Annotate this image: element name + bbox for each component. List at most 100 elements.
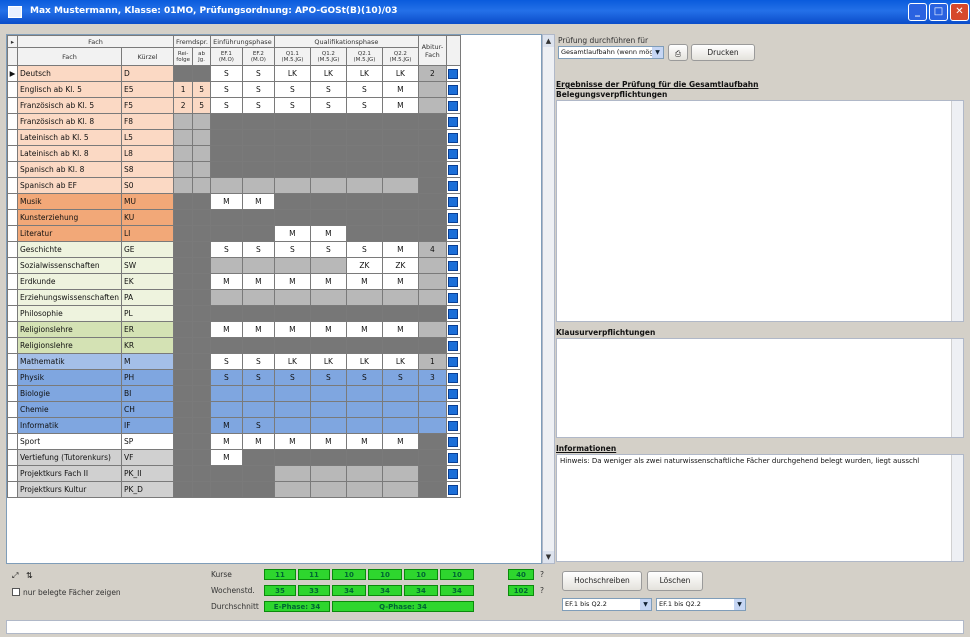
row-selector[interactable]: [7, 257, 18, 274]
belegung-scrollbar[interactable]: [951, 101, 963, 321]
cell-q11[interactable]: [273, 337, 311, 354]
cell-abi[interactable]: 4: [417, 241, 447, 258]
cell-q22[interactable]: [381, 385, 419, 402]
cell-ef2[interactable]: [241, 145, 275, 162]
cell-r[interactable]: [172, 305, 194, 322]
cell-q12[interactable]: [309, 145, 347, 162]
cell-ef2[interactable]: M: [241, 193, 275, 210]
cell-q12[interactable]: [309, 289, 347, 306]
cell-r[interactable]: 1: [172, 81, 194, 98]
cell-abi[interactable]: [417, 97, 447, 114]
cell-a[interactable]: [192, 65, 211, 82]
cell-abi[interactable]: [417, 145, 447, 162]
cell-ef1[interactable]: M: [209, 321, 243, 338]
cell-q22[interactable]: [381, 417, 419, 434]
cell-abi[interactable]: [417, 385, 447, 402]
cell-a[interactable]: [192, 225, 211, 242]
hochschreiben-button[interactable]: Hochschreiben: [562, 571, 642, 591]
cell-q11[interactable]: [273, 385, 311, 402]
cell-q12[interactable]: M: [309, 433, 347, 450]
row-action-button[interactable]: [445, 129, 461, 146]
cell-q21[interactable]: [345, 225, 383, 242]
cell-q11[interactable]: [273, 129, 311, 146]
cell-r[interactable]: [172, 177, 194, 194]
info-scrollbar[interactable]: [951, 455, 963, 561]
table-row[interactable]: Lateinisch ab Kl. 5 L5: [7, 129, 461, 146]
row-action-icon[interactable]: [448, 276, 459, 287]
row-selector[interactable]: [7, 113, 18, 130]
cell-abi[interactable]: [417, 449, 447, 466]
cell-a[interactable]: [192, 305, 211, 322]
cell-r[interactable]: 2: [172, 97, 194, 114]
cell-q21[interactable]: LK: [345, 65, 383, 82]
cell-r[interactable]: [172, 321, 194, 338]
cell-a[interactable]: 5: [192, 81, 211, 98]
cell-q22[interactable]: [381, 305, 419, 322]
row-action-icon[interactable]: [448, 404, 459, 415]
cell-q21[interactable]: [345, 417, 383, 434]
cell-ef1[interactable]: [209, 337, 243, 354]
row-selector[interactable]: [7, 385, 18, 402]
cell-q12[interactable]: [309, 161, 347, 178]
cell-q12[interactable]: [309, 481, 347, 498]
cell-q22[interactable]: M: [381, 241, 419, 258]
drucken-button[interactable]: Drucken: [691, 44, 755, 61]
table-row[interactable]: Geschichte GE S S S S S M 4: [7, 241, 461, 258]
cell-q12[interactable]: [309, 257, 347, 274]
row-action-icon[interactable]: [448, 292, 459, 303]
row-action-button[interactable]: [445, 193, 461, 210]
row-action-icon[interactable]: [448, 84, 459, 95]
range-from-select[interactable]: EF.1 bis Q2.2 ▼: [562, 598, 652, 611]
cell-q11[interactable]: [273, 449, 311, 466]
cell-abi[interactable]: [417, 465, 447, 482]
cell-abi[interactable]: [417, 273, 447, 290]
table-row[interactable]: Vertiefung (Tutorenkurs) VF M: [7, 449, 461, 466]
cell-abi[interactable]: [417, 321, 447, 338]
table-row[interactable]: ▶ Deutsch D S S LK LK LK LK 2: [7, 65, 461, 82]
cell-q12[interactable]: M: [309, 273, 347, 290]
cell-abi[interactable]: [417, 209, 447, 226]
row-selector[interactable]: [7, 481, 18, 498]
cell-ef2[interactable]: [241, 161, 275, 178]
row-action-icon[interactable]: [448, 244, 459, 255]
cell-a[interactable]: [192, 113, 211, 130]
cell-ef2[interactable]: [241, 113, 275, 130]
cell-q21[interactable]: [345, 465, 383, 482]
cell-q21[interactable]: [345, 129, 383, 146]
row-action-button[interactable]: [445, 145, 461, 162]
cell-r[interactable]: [172, 337, 194, 354]
row-action-icon[interactable]: [448, 212, 459, 223]
cell-q21[interactable]: [345, 385, 383, 402]
cell-ef1[interactable]: [209, 289, 243, 306]
cell-r[interactable]: [172, 289, 194, 306]
cell-q11[interactable]: [273, 289, 311, 306]
cell-a[interactable]: [192, 289, 211, 306]
row-selector[interactable]: [7, 465, 18, 482]
cell-q12[interactable]: S: [309, 369, 347, 386]
cell-q12[interactable]: [309, 129, 347, 146]
cell-q21[interactable]: [345, 401, 383, 418]
cell-a[interactable]: [192, 449, 211, 466]
cell-q11[interactable]: LK: [273, 353, 311, 370]
cell-q11[interactable]: M: [273, 433, 311, 450]
table-row[interactable]: Informatik IF M S: [7, 417, 461, 434]
row-selector[interactable]: [7, 321, 18, 338]
cell-abi[interactable]: [417, 305, 447, 322]
cell-q22[interactable]: [381, 129, 419, 146]
cell-r[interactable]: [172, 145, 194, 162]
loeschen-button[interactable]: Löschen: [647, 571, 703, 591]
table-row[interactable]: Literatur LI M M: [7, 225, 461, 242]
cell-ef1[interactable]: [209, 129, 243, 146]
row-action-button[interactable]: [445, 97, 461, 114]
cell-q11[interactable]: M: [273, 273, 311, 290]
row-selector[interactable]: [7, 273, 18, 290]
cell-q22[interactable]: [381, 145, 419, 162]
cell-q12[interactable]: [309, 401, 347, 418]
table-row[interactable]: Mathematik M S S LK LK LK LK 1: [7, 353, 461, 370]
cell-q12[interactable]: S: [309, 81, 347, 98]
grid-corner[interactable]: ▸: [7, 35, 18, 48]
row-action-button[interactable]: [445, 209, 461, 226]
row-action-icon[interactable]: [448, 228, 459, 239]
cell-q22[interactable]: [381, 465, 419, 482]
row-selector[interactable]: [7, 81, 18, 98]
